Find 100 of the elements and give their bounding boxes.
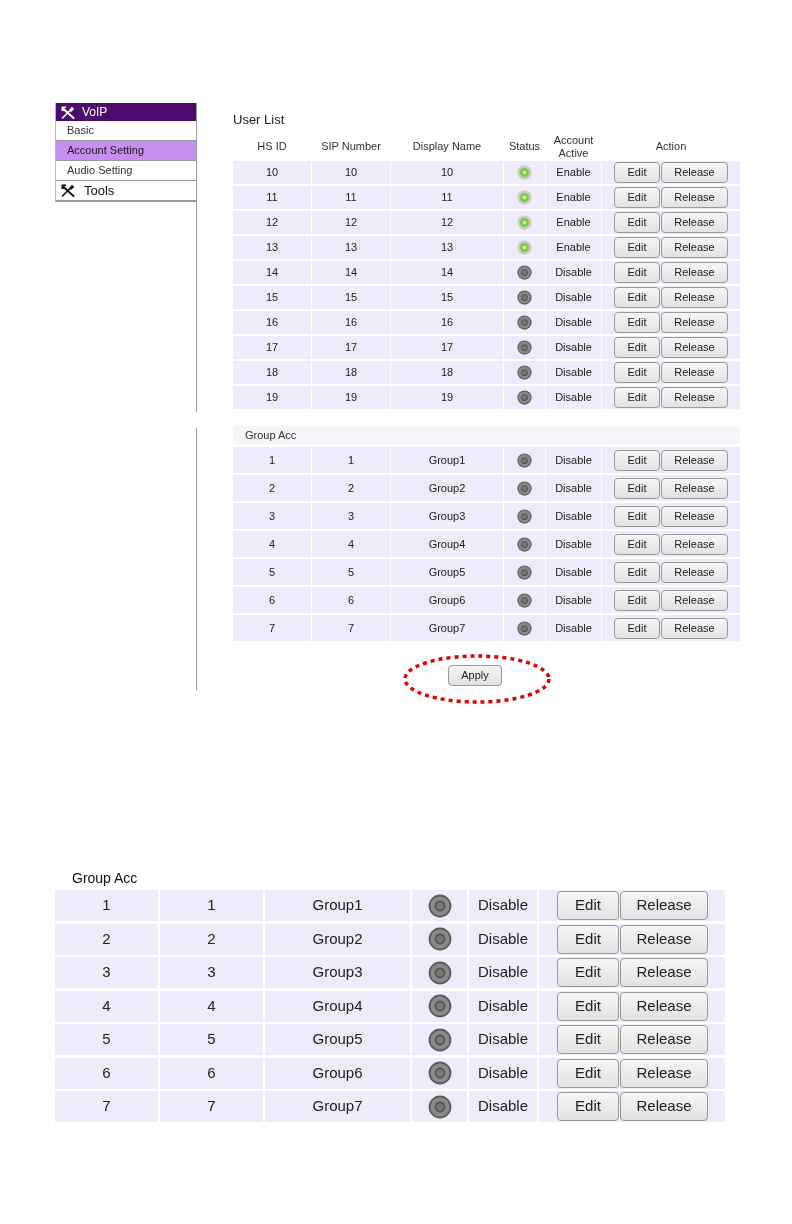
edit-button[interactable]: Edit — [557, 958, 619, 987]
table-cell: 16 — [233, 311, 311, 334]
table-cell: 10 — [233, 161, 311, 184]
table-cell: Disable — [546, 311, 601, 334]
table-cell: Group5 — [391, 559, 503, 585]
edit-button[interactable]: Edit — [614, 362, 660, 383]
edit-button[interactable]: Edit — [557, 1025, 619, 1054]
table-cell: 15 — [391, 286, 503, 309]
table-cell: Disable — [546, 447, 601, 473]
release-button[interactable]: Release — [661, 533, 728, 555]
table-cell: Disable — [546, 386, 601, 409]
table-cell: 11 — [233, 186, 311, 209]
edit-button[interactable]: Edit — [614, 561, 660, 583]
table-cell: 17 — [233, 336, 311, 359]
table-cell: 4 — [55, 990, 158, 1022]
release-button[interactable]: Release — [661, 312, 728, 333]
table-cell: 15 — [233, 286, 311, 309]
table-cell: 3 — [160, 957, 263, 988]
edit-button[interactable]: Edit — [614, 262, 660, 283]
release-button[interactable]: Release — [661, 287, 728, 308]
table-cell: 13 — [233, 236, 311, 259]
table-cell: 5 — [233, 559, 311, 585]
table-cell: 12 — [233, 211, 311, 234]
edit-button[interactable]: Edit — [614, 162, 660, 183]
table-cell: 2 — [312, 475, 390, 501]
table-cell: Disable — [546, 531, 601, 557]
table-cell: 14 — [312, 261, 390, 284]
release-button[interactable]: Release — [661, 477, 728, 499]
release-button[interactable]: Release — [661, 387, 728, 408]
table-cell: 14 — [233, 261, 311, 284]
edit-button[interactable]: Edit — [557, 1058, 619, 1088]
table-cell: 13 — [312, 236, 390, 259]
table-cell: 16 — [312, 311, 390, 334]
release-button[interactable]: Release — [661, 449, 728, 471]
tools-icon — [61, 105, 75, 119]
edit-button[interactable]: Edit — [614, 533, 660, 555]
table-cell: Group7 — [265, 1091, 410, 1122]
edit-button[interactable]: Edit — [614, 617, 660, 639]
release-button[interactable]: Release — [620, 958, 708, 987]
table-cell: 3 — [312, 503, 390, 529]
release-button[interactable]: Release — [661, 505, 728, 527]
column-header: SIP Number — [321, 140, 381, 153]
release-button[interactable]: Release — [661, 187, 728, 208]
release-button[interactable]: Release — [661, 237, 728, 258]
table-cell: Disable — [546, 475, 601, 501]
table-cell: 1 — [312, 447, 390, 473]
table-cell: 18 — [233, 361, 311, 384]
table-cell: 6 — [312, 587, 390, 613]
table-cell: 12 — [391, 211, 503, 234]
edit-button[interactable]: Edit — [614, 337, 660, 358]
edit-button[interactable]: Edit — [614, 589, 660, 611]
table-cell: 10 — [391, 161, 503, 184]
table-cell: Disable — [469, 1091, 537, 1122]
edit-button[interactable]: Edit — [614, 312, 660, 333]
release-button[interactable]: Release — [661, 262, 728, 283]
table-cell: Group7 — [391, 615, 503, 641]
release-button[interactable]: Release — [620, 991, 708, 1021]
table-cell: Disable — [546, 587, 601, 613]
table-cell: Disable — [469, 1057, 537, 1089]
edit-button[interactable]: Edit — [614, 387, 660, 408]
edit-button[interactable]: Edit — [614, 212, 660, 233]
release-button[interactable]: Release — [620, 924, 708, 954]
menu-section-header[interactable]: VoIP — [56, 103, 196, 121]
release-button[interactable]: Release — [661, 212, 728, 233]
release-button[interactable]: Release — [661, 617, 728, 639]
menu-section-header[interactable]: Tools — [56, 181, 196, 202]
edit-button[interactable]: Edit — [614, 237, 660, 258]
release-button[interactable]: Release — [661, 589, 728, 611]
section-title: Group Acc — [72, 870, 138, 886]
edit-button[interactable]: Edit — [557, 924, 619, 954]
edit-button[interactable]: Edit — [614, 477, 660, 499]
apply-button[interactable]: Apply — [448, 665, 502, 686]
release-button[interactable]: Release — [661, 561, 728, 583]
edit-button[interactable]: Edit — [557, 991, 619, 1021]
release-button[interactable]: Release — [661, 362, 728, 383]
table-cell: Group6 — [391, 587, 503, 613]
menu-item[interactable]: Account Setting — [56, 141, 196, 161]
table-cell: Enable — [546, 236, 601, 259]
release-button[interactable]: Release — [620, 1092, 708, 1121]
release-button[interactable]: Release — [661, 337, 728, 358]
table-cell: 4 — [312, 531, 390, 557]
edit-button[interactable]: Edit — [557, 1092, 619, 1121]
edit-button[interactable]: Edit — [614, 449, 660, 471]
release-button[interactable]: Release — [661, 162, 728, 183]
release-button[interactable]: Release — [620, 891, 708, 920]
release-button[interactable]: Release — [620, 1058, 708, 1088]
edit-button[interactable]: Edit — [614, 287, 660, 308]
table-cell: Disable — [469, 990, 537, 1022]
table-cell: Disable — [546, 615, 601, 641]
release-button[interactable]: Release — [620, 1025, 708, 1054]
table-cell: Group3 — [391, 503, 503, 529]
table-cell: 5 — [160, 1024, 263, 1055]
edit-button[interactable]: Edit — [557, 891, 619, 920]
edit-button[interactable]: Edit — [614, 505, 660, 527]
table-cell: Disable — [546, 361, 601, 384]
table-cell: 12 — [312, 211, 390, 234]
table-cell: Disable — [469, 957, 537, 988]
table-cell: 11 — [391, 186, 503, 209]
edit-button[interactable]: Edit — [614, 187, 660, 208]
table-cell: 7 — [160, 1091, 263, 1122]
